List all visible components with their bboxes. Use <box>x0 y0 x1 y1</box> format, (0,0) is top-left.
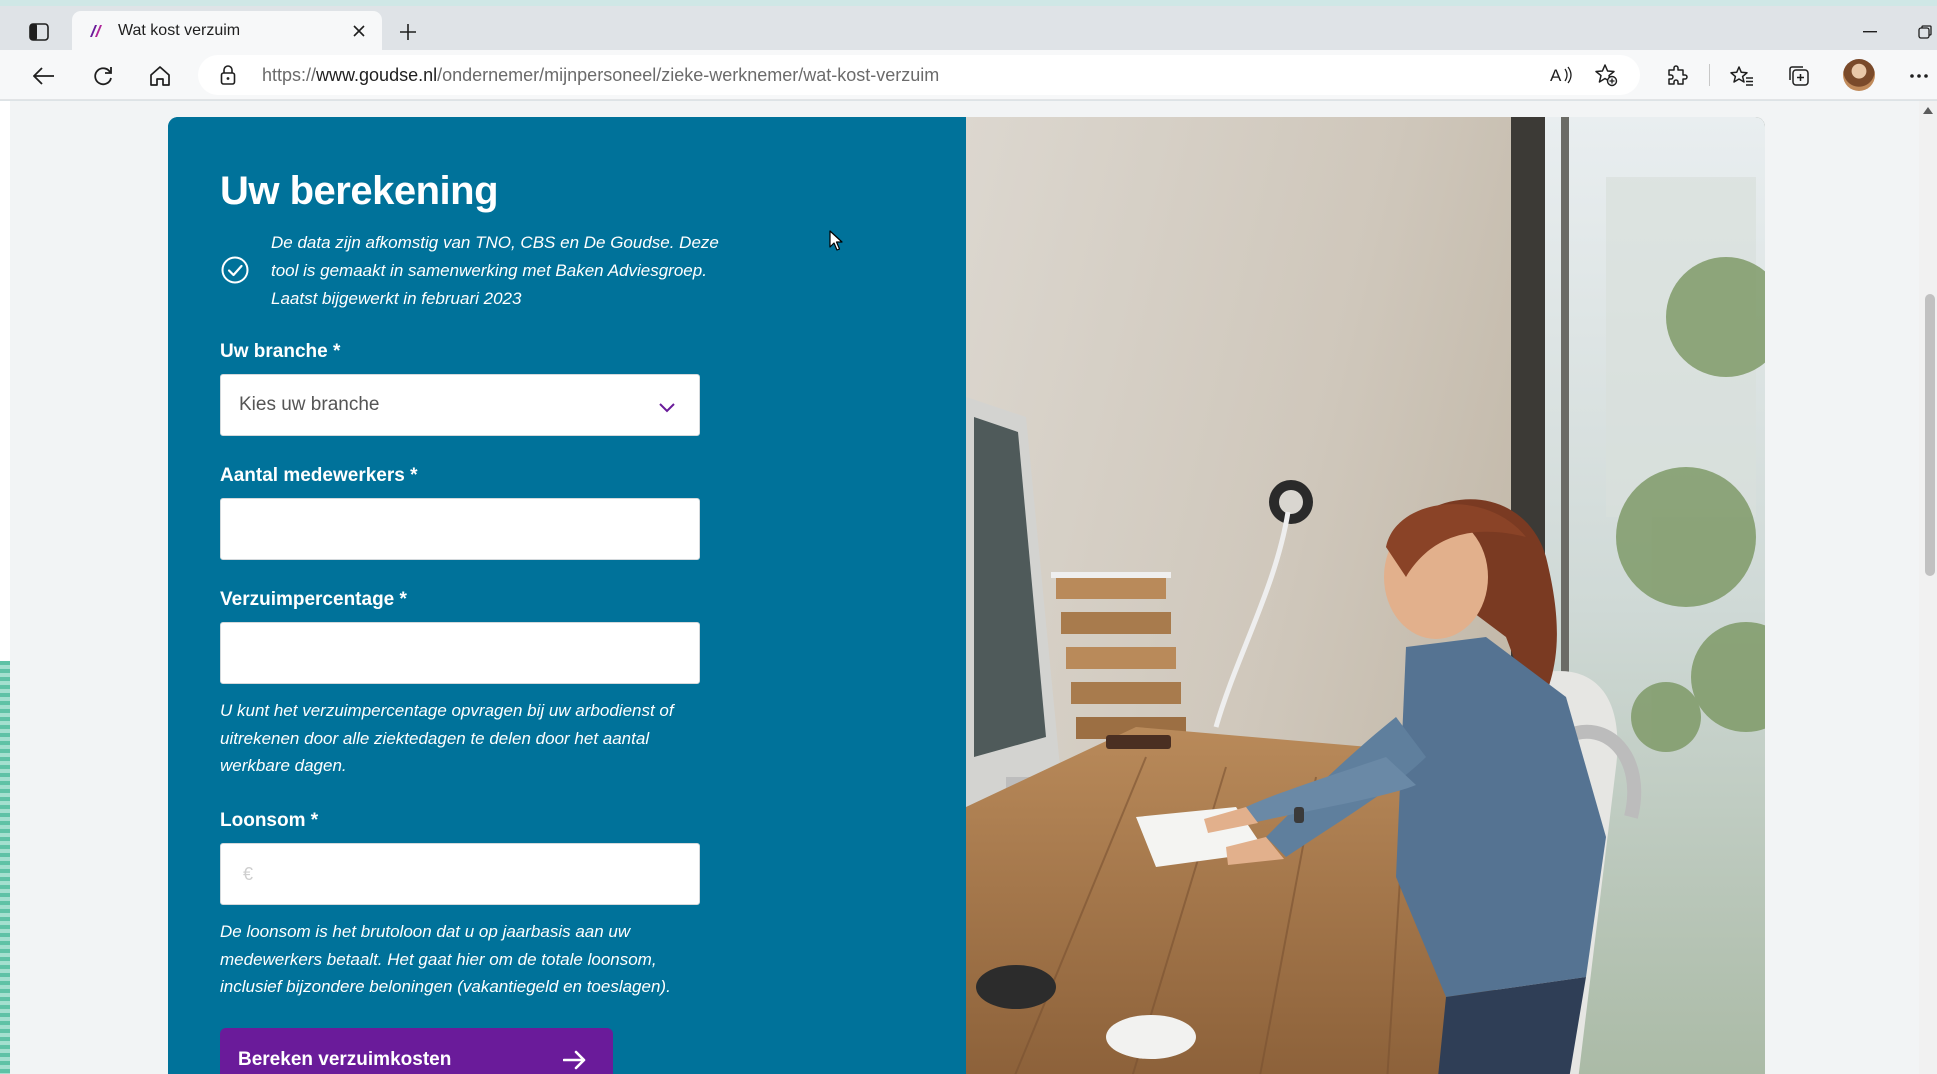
collections-icon[interactable] <box>1783 60 1815 92</box>
absence-label: Verzuimpercentage * <box>220 589 407 610</box>
restore-icon[interactable] <box>1914 22 1936 42</box>
employees-input[interactable] <box>220 498 700 560</box>
more-options-icon[interactable] <box>1903 60 1935 92</box>
payroll-label: Loonsom * <box>220 810 319 831</box>
goudse-favicon-icon <box>88 22 106 40</box>
address-bar[interactable]: https://www.goudse.nl/ondernemer/mijnper… <box>198 55 1640 95</box>
close-tab-icon[interactable] <box>348 20 370 42</box>
calculator-title: Uw berekening <box>220 169 499 213</box>
minimize-icon[interactable] <box>1858 22 1882 42</box>
arrow-right-icon <box>563 1050 586 1070</box>
branche-select[interactable]: Kies uw branche <box>220 374 700 436</box>
absence-percentage-input[interactable] <box>220 622 700 684</box>
favorites-icon[interactable] <box>1726 60 1758 92</box>
branche-select-value: Kies uw branche <box>239 394 380 415</box>
check-circle-icon <box>221 256 249 284</box>
browser-toolbar: https://www.goudse.nl/ondernemer/mijnper… <box>0 50 1937 100</box>
url-scheme: https:// <box>262 65 317 85</box>
url-path: /ondernemer/mijnpersoneel/zieke-werkneme… <box>437 65 940 85</box>
page-scrollbar[interactable] <box>1919 101 1937 1074</box>
calculator-form-panel: Uw berekening De data zijn afkomstig van… <box>168 117 966 1074</box>
payroll-help-text: De loonsom is het brutoloon dat u op jaa… <box>220 922 671 996</box>
tab-bar: Wat kost verzuim <box>0 0 1937 50</box>
office-photo-illustration <box>966 117 1765 1074</box>
employees-label: Aantal medewerkers * <box>220 465 418 486</box>
back-arrow-icon[interactable] <box>28 60 60 92</box>
active-tab[interactable]: Wat kost verzuim <box>72 11 382 50</box>
new-tab-icon[interactable] <box>394 18 422 46</box>
calculate-button-label: Bereken verzuimkosten <box>238 1049 452 1070</box>
page-viewport: Uw berekening De data zijn afkomstig van… <box>10 101 1919 1074</box>
desktop-edge <box>0 101 10 1074</box>
mouse-cursor-icon <box>829 230 843 251</box>
tab-title: Wat kost verzuim <box>118 21 241 39</box>
scroll-up-arrow-icon[interactable] <box>1923 107 1933 114</box>
reload-icon[interactable] <box>87 60 119 92</box>
add-favorite-icon[interactable] <box>1591 61 1621 89</box>
hero-photo <box>966 117 1765 1074</box>
extensions-icon[interactable] <box>1661 60 1693 92</box>
branche-label: Uw branche * <box>220 341 341 362</box>
scrollbar-thumb[interactable] <box>1925 294 1935 576</box>
calculator-card: Uw berekening De data zijn afkomstig van… <box>168 117 1765 1074</box>
home-icon[interactable] <box>144 60 176 92</box>
read-aloud-icon[interactable]: A <box>1547 61 1577 89</box>
toolbar-divider <box>1709 64 1710 86</box>
source-note: De data zijn afkomstig van TNO, CBS en D… <box>271 233 719 308</box>
profile-avatar[interactable] <box>1843 59 1875 91</box>
payroll-input[interactable]: € <box>220 843 700 905</box>
chevron-down-icon <box>659 403 675 413</box>
tab-actions-icon[interactable] <box>24 19 54 45</box>
absence-help-text: U kunt het verzuimpercentage opvragen bi… <box>220 701 674 775</box>
url-host: www.goudse.nl <box>316 65 438 85</box>
payroll-placeholder: € <box>243 864 254 884</box>
svg-text:A: A <box>1550 66 1562 85</box>
lock-icon[interactable] <box>218 65 238 85</box>
calculate-button[interactable]: Bereken verzuimkosten <box>220 1028 613 1074</box>
url-text[interactable]: https://www.goudse.nl/ondernemer/mijnper… <box>262 65 939 86</box>
